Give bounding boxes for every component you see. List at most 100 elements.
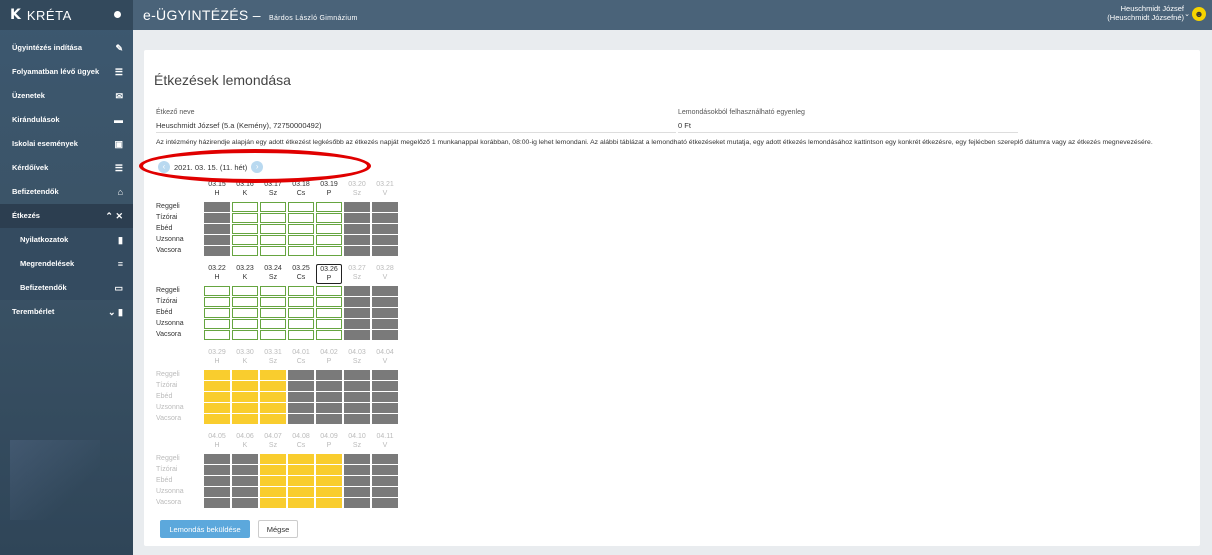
meal-cell-cancellable[interactable]: [232, 202, 258, 212]
day-header[interactable]: 03.22 H: [204, 264, 230, 282]
meal-label[interactable]: Tízórai: [156, 214, 192, 221]
meal-cell-cancellable[interactable]: [204, 319, 230, 329]
meal-cell-cancellable[interactable]: [260, 297, 286, 307]
sidebar-item-iskolai-esemenyek[interactable]: Iskolai események ▣: [0, 132, 133, 156]
send-cancellation-button[interactable]: Lemondás beküldése: [160, 520, 250, 538]
meal-label[interactable]: Ebéd: [156, 225, 192, 232]
meal-cell-cancellable[interactable]: [316, 297, 342, 307]
meal-cell-cancellable[interactable]: [288, 297, 314, 307]
meal-label[interactable]: Tízórai: [156, 466, 192, 473]
next-week-button[interactable]: ›: [251, 161, 264, 173]
meal-cell-cancellable[interactable]: [204, 308, 230, 318]
day-header[interactable]: 03.18 Cs: [288, 180, 314, 198]
meal-label[interactable]: Vacsora: [156, 499, 192, 506]
meal-cell-cancellable[interactable]: [288, 286, 314, 296]
meal-label[interactable]: Uzsonna: [156, 320, 192, 327]
day-header[interactable]: 03.28 V: [372, 264, 398, 282]
day-header[interactable]: 04.04 V: [372, 348, 398, 366]
sidebar-item-befizetendok[interactable]: Befizetendők ⌂: [0, 180, 133, 204]
meal-cell-cancellable[interactable]: [288, 202, 314, 212]
sidebar-item-folyamatban[interactable]: Folyamatban lévő ügyek ☰: [0, 60, 133, 84]
meal-cell-cancellable[interactable]: [232, 286, 258, 296]
meal-label[interactable]: Reggeli: [156, 287, 192, 294]
meal-cell-cancellable[interactable]: [232, 246, 258, 256]
meal-label[interactable]: Tízórai: [156, 382, 192, 389]
meal-cell-cancellable[interactable]: [260, 202, 286, 212]
meal-label[interactable]: Vacsora: [156, 331, 192, 338]
day-header[interactable]: 03.25 Cs: [288, 264, 314, 282]
user-avatar-icon[interactable]: ☻: [1192, 7, 1206, 21]
day-header[interactable]: 03.15 H: [204, 180, 230, 198]
meal-cell-cancellable[interactable]: [260, 246, 286, 256]
day-header[interactable]: 03.26 P: [316, 264, 342, 284]
meal-label[interactable]: Reggeli: [156, 455, 192, 462]
day-header[interactable]: 03.24 Sz: [260, 264, 286, 282]
meal-cell-cancellable[interactable]: [232, 308, 258, 318]
meal-cell-cancellable[interactable]: [232, 224, 258, 234]
day-header[interactable]: 03.20 Sz: [344, 180, 370, 198]
meal-cell-cancellable[interactable]: [316, 202, 342, 212]
cancel-button[interactable]: Mégse: [258, 520, 298, 538]
meal-cell-cancellable[interactable]: [316, 308, 342, 318]
sidebar-item-nyilatkozatok[interactable]: Nyilatkozatok ▮: [0, 228, 133, 252]
day-header[interactable]: 04.05 H: [204, 432, 230, 450]
sidebar-item-terembérlet[interactable]: Terembérlet ⌄ ▮: [0, 300, 133, 324]
meal-label[interactable]: Uzsonna: [156, 488, 192, 495]
meal-label[interactable]: Ebéd: [156, 309, 192, 316]
day-header[interactable]: 03.17 Sz: [260, 180, 286, 198]
meal-cell-cancellable[interactable]: [288, 213, 314, 223]
meal-cell-cancellable[interactable]: [316, 319, 342, 329]
day-header[interactable]: 03.21 V: [372, 180, 398, 198]
day-header[interactable]: 04.06 K: [232, 432, 258, 450]
brand[interactable]: K KRÉTA: [0, 0, 133, 30]
day-header[interactable]: 04.11 V: [372, 432, 398, 450]
sidebar-item-etkezes[interactable]: Étkezés ⌃ ✕: [0, 204, 133, 228]
day-header[interactable]: 04.07 Sz: [260, 432, 286, 450]
sidebar-item-uzenetek[interactable]: Üzenetek ✉: [0, 84, 133, 108]
meal-cell-cancellable[interactable]: [260, 319, 286, 329]
day-header[interactable]: 03.31 Sz: [260, 348, 286, 366]
meal-label[interactable]: Vacsora: [156, 247, 192, 254]
day-header[interactable]: 04.03 Sz: [344, 348, 370, 366]
meal-cell-cancellable[interactable]: [316, 224, 342, 234]
meal-label[interactable]: Uzsonna: [156, 236, 192, 243]
meal-label[interactable]: Ebéd: [156, 477, 192, 484]
meal-cell-cancellable[interactable]: [288, 308, 314, 318]
meal-cell-cancellable[interactable]: [232, 297, 258, 307]
meal-label[interactable]: Vacsora: [156, 415, 192, 422]
meal-cell-cancellable[interactable]: [260, 286, 286, 296]
day-header[interactable]: 03.23 K: [232, 264, 258, 282]
sidebar-item-befizetendok-sub[interactable]: Befizetendők ▭: [0, 276, 133, 300]
meal-cell-cancellable[interactable]: [204, 286, 230, 296]
day-header[interactable]: 03.19 P: [316, 180, 342, 198]
prev-week-button[interactable]: ‹: [158, 161, 170, 173]
meal-cell-cancellable[interactable]: [260, 330, 286, 340]
meal-cell-cancellable[interactable]: [232, 319, 258, 329]
sidebar-item-ugyintezes-inditasa[interactable]: Ügyintézés indítása ✎: [0, 36, 133, 60]
meal-label[interactable]: Reggeli: [156, 203, 192, 210]
meal-cell-cancellable[interactable]: [260, 213, 286, 223]
meal-cell-cancellable[interactable]: [316, 213, 342, 223]
meal-cell-cancellable[interactable]: [232, 213, 258, 223]
day-header[interactable]: 04.01 Cs: [288, 348, 314, 366]
meal-cell-cancellable[interactable]: [232, 235, 258, 245]
meal-cell-cancellable[interactable]: [260, 308, 286, 318]
meal-cell-cancellable[interactable]: [260, 235, 286, 245]
meal-cell-cancellable[interactable]: [288, 235, 314, 245]
sidebar-toggle-icon[interactable]: [114, 11, 121, 18]
user-menu[interactable]: Heuschmidt József (Heuschmidt Józsefné): [1107, 4, 1184, 22]
day-header[interactable]: 04.08 Cs: [288, 432, 314, 450]
meal-cell-cancellable[interactable]: [288, 319, 314, 329]
meal-cell-cancellable[interactable]: [316, 246, 342, 256]
meal-cell-cancellable[interactable]: [288, 330, 314, 340]
meal-cell-cancellable[interactable]: [232, 330, 258, 340]
day-header[interactable]: 04.09 P: [316, 432, 342, 450]
meal-cell-cancellable[interactable]: [204, 330, 230, 340]
sidebar-item-kerdoivek[interactable]: Kérdőívek ☰: [0, 156, 133, 180]
meal-label[interactable]: Reggeli: [156, 371, 192, 378]
sidebar-item-kirandulasok[interactable]: Kirándulások ▬: [0, 108, 133, 132]
day-header[interactable]: 04.10 Sz: [344, 432, 370, 450]
meal-cell-cancellable[interactable]: [316, 330, 342, 340]
day-header[interactable]: 04.02 P: [316, 348, 342, 366]
meal-cell-cancellable[interactable]: [316, 286, 342, 296]
